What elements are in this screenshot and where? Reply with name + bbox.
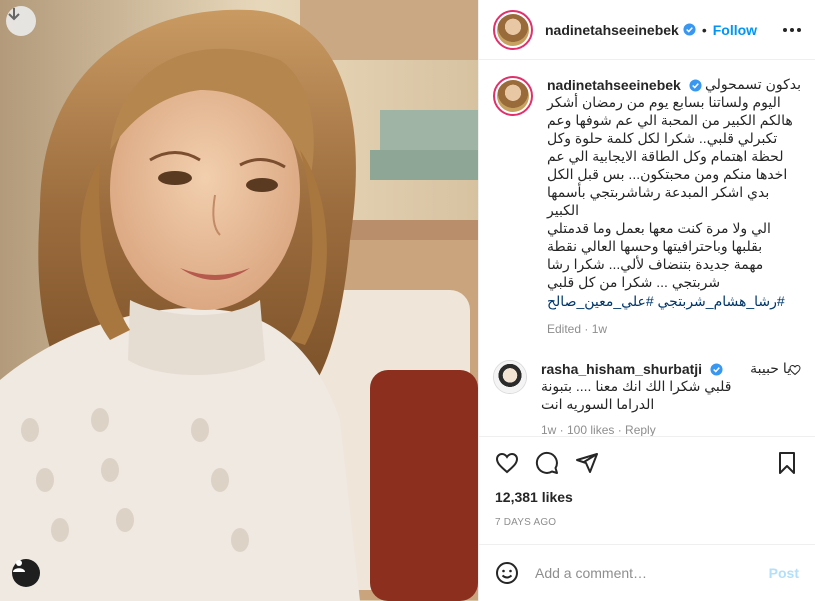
post-actions: 12,381 likes 7 DAYS AGO	[479, 436, 815, 528]
caption: nadinetahseeinebek بدكون تسمحولي اليوم و…	[493, 76, 801, 336]
add-comment-bar: Post	[479, 544, 815, 601]
comments-section[interactable]: nadinetahseeinebek بدكون تسمحولي اليوم و…	[479, 60, 815, 436]
download-icon	[8, 8, 20, 21]
smiley-icon[interactable]	[495, 561, 519, 585]
comment-item: rasha_hisham_shurbatji يا حبيبة قلبي شكر…	[493, 360, 801, 436]
photo-illustration	[0, 0, 478, 601]
commenter-username[interactable]: rasha_hisham_shurbatji	[541, 361, 702, 377]
caption-avatar[interactable]	[493, 76, 533, 116]
instagram-post: nadinetahseeinebek • Follow nadinetahsee…	[0, 0, 815, 601]
download-button[interactable]	[6, 6, 36, 36]
verified-badge-icon	[689, 78, 702, 92]
caption-first-line: بدكون تسمحولي	[705, 76, 801, 92]
comment-first-line: يا حبيبة	[750, 360, 791, 376]
post-header: nadinetahseeinebek • Follow	[479, 0, 815, 60]
more-horizontal-icon	[783, 27, 787, 32]
author-username[interactable]: nadinetahseeinebek	[545, 22, 679, 38]
caption-text: اليوم ولساتنا بسابع يوم من رمضان أشكر ها…	[547, 94, 793, 290]
paper-plane-icon[interactable]	[575, 451, 599, 475]
more-options-button[interactable]	[783, 27, 801, 32]
caption-meta: Edited · 1w	[547, 322, 608, 336]
comment-text: قلبي شكرا الك انك معنا .... بتبونة الدرا…	[541, 378, 732, 412]
bookmark-icon[interactable]	[775, 451, 799, 475]
tagged-users-button[interactable]	[12, 559, 40, 587]
caption-username[interactable]: nadinetahseeinebek	[547, 77, 681, 93]
post-comment-button[interactable]: Post	[769, 565, 799, 581]
caption-time[interactable]: 1w	[592, 322, 607, 336]
edited-label: Edited	[547, 322, 582, 336]
separator-dot: •	[701, 21, 707, 38]
user-icon	[13, 560, 25, 572]
verified-badge-icon	[710, 362, 723, 376]
likes-count[interactable]: 12,381 likes	[495, 489, 799, 505]
comment-meta[interactable]: 1w · 100 likes · Reply	[541, 423, 791, 436]
post-age[interactable]: 7 DAYS AGO	[495, 517, 799, 528]
comment-icon[interactable]	[535, 451, 559, 475]
author-avatar[interactable]	[493, 9, 533, 50]
commenter-avatar[interactable]	[493, 360, 527, 394]
post-photo[interactable]	[0, 0, 478, 601]
follow-button[interactable]: Follow	[713, 22, 757, 38]
add-comment-input[interactable]	[535, 565, 769, 581]
comment-like-heart-icon[interactable]	[789, 364, 801, 376]
verified-badge-icon	[683, 23, 696, 36]
post-side-panel: nadinetahseeinebek • Follow nadinetahsee…	[478, 0, 815, 601]
heart-icon[interactable]	[495, 451, 519, 475]
caption-hashtags[interactable]: #رشا_هشام_شربتجي #علي_معين_صالح	[547, 292, 801, 310]
